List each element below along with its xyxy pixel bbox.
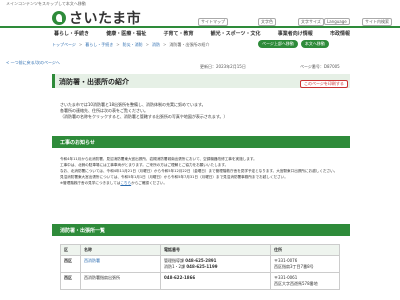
address-cell: 〒331-0076 西区指扇3丁目7番8号 bbox=[270, 255, 340, 273]
construction-heading: 工事のお知らせ bbox=[52, 136, 350, 148]
color-label[interactable]: 文字色 bbox=[258, 18, 276, 26]
page-id: ページ番号：D87005 bbox=[300, 64, 340, 69]
main-content-button[interactable]: 本文へ移動 bbox=[300, 40, 329, 48]
column-header: 区 bbox=[60, 244, 81, 256]
column-header: 住所 bbox=[270, 244, 340, 256]
skip-link[interactable]: メインコンテンツをスキップして本文へ移動 bbox=[6, 1, 86, 7]
breadcrumb-separator: > bbox=[145, 42, 149, 47]
breadcrumb-item[interactable]: トップページ bbox=[52, 42, 76, 48]
ward-cell: 西区 bbox=[60, 255, 81, 273]
breadcrumb-separator: > bbox=[116, 42, 120, 47]
intro-text: さいたま市では10消防署と18出張所を整備し、消防体制の充実に努めています。 各… bbox=[60, 102, 340, 120]
breadcrumb-item[interactable]: 防災・消防 bbox=[123, 42, 143, 48]
notice-paragraph: ※管理階救庁舎の見学につきましてはこちらからご確認ください。 bbox=[60, 181, 168, 185]
gnav-item-business[interactable]: 事業者向け情報 bbox=[276, 30, 315, 37]
back-link[interactable]: < 一つ前に戻る/次のページへ bbox=[6, 60, 60, 66]
intro-line: （消防署の名称をクリックすると、消防署と管轄する出張所の写真や地図が表示されます… bbox=[60, 114, 228, 119]
language-button[interactable]: Language bbox=[324, 18, 350, 25]
stations-table: 区 名称 電話番号 住所 西区 西消防署 管理指導課 048-625-2891 … bbox=[60, 244, 340, 290]
global-nav: 暮らし・手続き 健康・医療・福祉 子育て・教育 観光・スポーツ・文化 事業者向け… bbox=[52, 30, 352, 37]
ward-cell: 西区 bbox=[60, 272, 81, 290]
phone-cell: 048-622-1866 bbox=[160, 272, 271, 290]
breadcrumb-separator: > bbox=[78, 42, 83, 47]
breadcrumb-separator: > bbox=[163, 42, 167, 47]
city-emblem-icon bbox=[52, 11, 66, 25]
column-header: 電話番号 bbox=[160, 244, 271, 256]
updated-date: 更新日：2023年2月15日 bbox=[200, 64, 246, 69]
print-button[interactable]: このページを印刷する bbox=[300, 80, 348, 88]
stations-heading: 消防署・出張所一覧 bbox=[52, 224, 350, 236]
page-title: 消防署・出張所の紹介 bbox=[59, 78, 129, 86]
text-size-control[interactable]: 文字サイズ bbox=[298, 18, 324, 26]
action-buttons: ページ上部へ移動 本文へ移動 bbox=[258, 40, 329, 48]
sitemap-link[interactable]: サイトマップ bbox=[198, 18, 228, 26]
logo-text: さいたま市 bbox=[69, 11, 142, 27]
header-divider bbox=[0, 26, 400, 28]
breadcrumb-item[interactable]: 消防 bbox=[152, 42, 160, 48]
station-name-link[interactable]: 西消防署 bbox=[80, 255, 161, 273]
site-search-button[interactable]: サイト内検索 bbox=[362, 18, 392, 26]
page-top-button[interactable]: ページ上部へ移動 bbox=[258, 40, 298, 48]
breadcrumb: トップページ > 暮らし・手続き > 防災・消防 > 消防 > 消防署・出張所の… bbox=[52, 42, 209, 48]
station-name-cell: 西消防署指扇出張所 bbox=[80, 272, 161, 290]
gnav-item-city[interactable]: 市政情報 bbox=[328, 30, 352, 37]
table-row: 西区 西消防署指扇出張所 048-622-1866 〒331-0061 西区大字… bbox=[60, 272, 340, 290]
gnav-item-childcare[interactable]: 子育て・教育 bbox=[161, 30, 195, 37]
table-row: 西区 西消防署 管理指導課 048-625-2891 消防1・2課 048-62… bbox=[60, 255, 340, 273]
notice-link[interactable]: こちら bbox=[120, 181, 131, 185]
table-header-row: 区 名称 電話番号 住所 bbox=[60, 244, 340, 256]
gnav-item-health[interactable]: 健康・医療・福祉 bbox=[104, 30, 148, 37]
site-logo[interactable]: さいたま市 bbox=[52, 8, 141, 28]
phone-cell: 管理指導課 048-625-2891 消防1・2課 048-625-1199 bbox=[160, 255, 271, 273]
breadcrumb-item[interactable]: 暮らし・手続き bbox=[85, 42, 113, 48]
gnav-item-tourism[interactable]: 観光・スポーツ・文化 bbox=[209, 30, 263, 37]
gnav-item-life[interactable]: 暮らし・手続き bbox=[52, 30, 91, 37]
construction-notice: 令和4年11月から北消防署、見沼消防署東大宮出張所、岩槻消防署城南出張所において… bbox=[60, 156, 345, 186]
address-cell: 〒331-0061 西区大字西遊馬578番地 bbox=[270, 272, 340, 290]
breadcrumb-current: 消防署・出張所の紹介 bbox=[169, 42, 210, 47]
column-header: 名称 bbox=[80, 244, 161, 256]
